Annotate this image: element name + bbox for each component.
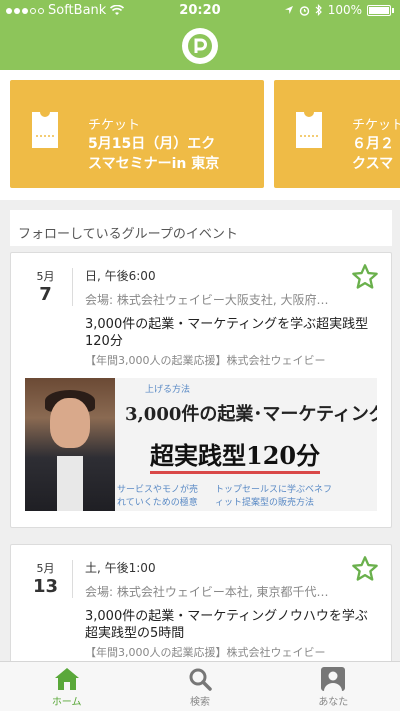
banner-note: トップセールスに学ぶベネフィット提案型の販売方法 bbox=[215, 485, 333, 508]
event-banner-image[interactable]: 上げる方法 3,000件の起業･マーケティングを学ぶ 超実践型120分 サービス… bbox=[25, 378, 377, 511]
event-day: 7 bbox=[39, 284, 52, 305]
event-month: 5月 bbox=[36, 562, 55, 575]
event-card[interactable]: 5月 13 土, 午後1:00 会場: 株式会社ウェイビー本社, 東京都千代… … bbox=[10, 544, 392, 674]
location-icon bbox=[284, 6, 293, 14]
p-logo-icon[interactable] bbox=[182, 28, 218, 64]
event-date: 5月 7 bbox=[19, 268, 73, 306]
event-venue: 会場: 株式会社ウェイビー大阪支社, 大阪府… bbox=[85, 293, 329, 307]
ticket-icon bbox=[32, 112, 58, 148]
event-day: 13 bbox=[32, 576, 59, 597]
event-info: 日, 午後6:00 会場: 株式会社ウェイビー大阪支社, 大阪府… 3,000件… bbox=[85, 267, 375, 368]
search-icon bbox=[189, 668, 212, 691]
battery-label: 100% bbox=[327, 3, 362, 17]
event-group[interactable]: 【年間3,000人の起業応援】株式会社ウェイビー bbox=[85, 644, 375, 660]
tab-bar: ホーム 検索 あなた bbox=[0, 661, 400, 711]
star-icon[interactable] bbox=[351, 555, 379, 583]
banner-note: サービスやモノが売れていくための極意 bbox=[117, 485, 199, 508]
section-title: フォローしているグループのイベント bbox=[10, 210, 392, 246]
battery-icon bbox=[367, 4, 391, 16]
status-right: 100% bbox=[284, 3, 394, 17]
tab-search[interactable]: 検索 bbox=[133, 662, 266, 711]
ticket-card[interactable]: チケット ６月２ クスマ bbox=[274, 80, 400, 188]
app-header: SoftBank 20:20 100% bbox=[0, 0, 400, 70]
status-bar: SoftBank 20:20 100% bbox=[0, 0, 400, 22]
ticket-title: 5月15日（月）エク スマセミナーin 東京 bbox=[88, 136, 220, 172]
profile-icon bbox=[321, 667, 346, 691]
home-icon bbox=[54, 668, 79, 690]
tab-you[interactable]: あなた bbox=[267, 662, 400, 711]
event-venue: 会場: 株式会社ウェイビー本社, 東京都千代… bbox=[85, 585, 329, 599]
event-group[interactable]: 【年間3,000人の起業応援】株式会社ウェイビー bbox=[85, 352, 375, 368]
speaker-photo bbox=[25, 378, 115, 511]
event-card[interactable]: 5月 7 日, 午後6:00 会場: 株式会社ウェイビー大阪支社, 大阪府… 3… bbox=[10, 252, 392, 528]
event-title[interactable]: 3,000件の起業・マーケティングを学ぶ超実践型120分 bbox=[85, 316, 370, 350]
banner-note: 上げる方法 bbox=[145, 385, 191, 395]
event-feed[interactable]: フォローしているグループのイベント 5月 7 日, 午後6:00 会場: 株式会… bbox=[10, 210, 392, 674]
event-month: 5月 bbox=[36, 270, 55, 283]
alarm-icon bbox=[299, 5, 309, 16]
bluetooth-icon bbox=[315, 4, 322, 16]
ticket-label: チケット bbox=[88, 118, 141, 133]
ticket-icon bbox=[296, 112, 322, 148]
event-date: 5月 13 bbox=[19, 560, 73, 598]
ticket-carousel[interactable]: チケット 5月15日（月）エク スマセミナーin 東京 チケット ６月２ クスマ bbox=[0, 70, 400, 200]
banner-line2: 超実践型120分 bbox=[150, 436, 321, 474]
star-icon[interactable] bbox=[351, 263, 379, 291]
event-info: 土, 午後1:00 会場: 株式会社ウェイビー本社, 東京都千代… 3,000件… bbox=[85, 559, 375, 660]
tab-you-label: あなた bbox=[318, 697, 349, 708]
event-time: 日, 午後6:00 bbox=[85, 269, 156, 283]
tab-search-label: 検索 bbox=[189, 697, 210, 708]
tab-home[interactable]: ホーム bbox=[0, 662, 133, 711]
ticket-card[interactable]: チケット 5月15日（月）エク スマセミナーin 東京 bbox=[10, 80, 264, 188]
event-time: 土, 午後1:00 bbox=[85, 561, 156, 575]
ticket-title: ６月２ クスマ bbox=[352, 136, 394, 172]
ticket-label: チケット bbox=[352, 118, 400, 133]
event-title[interactable]: 3,000件の起業・マーケティングノウハウを学ぶ超実践型の5時間 bbox=[85, 608, 370, 642]
tab-home-label: ホーム bbox=[51, 697, 82, 708]
banner-line1: 3,000件の起業･マーケティングを学ぶ bbox=[125, 404, 377, 425]
